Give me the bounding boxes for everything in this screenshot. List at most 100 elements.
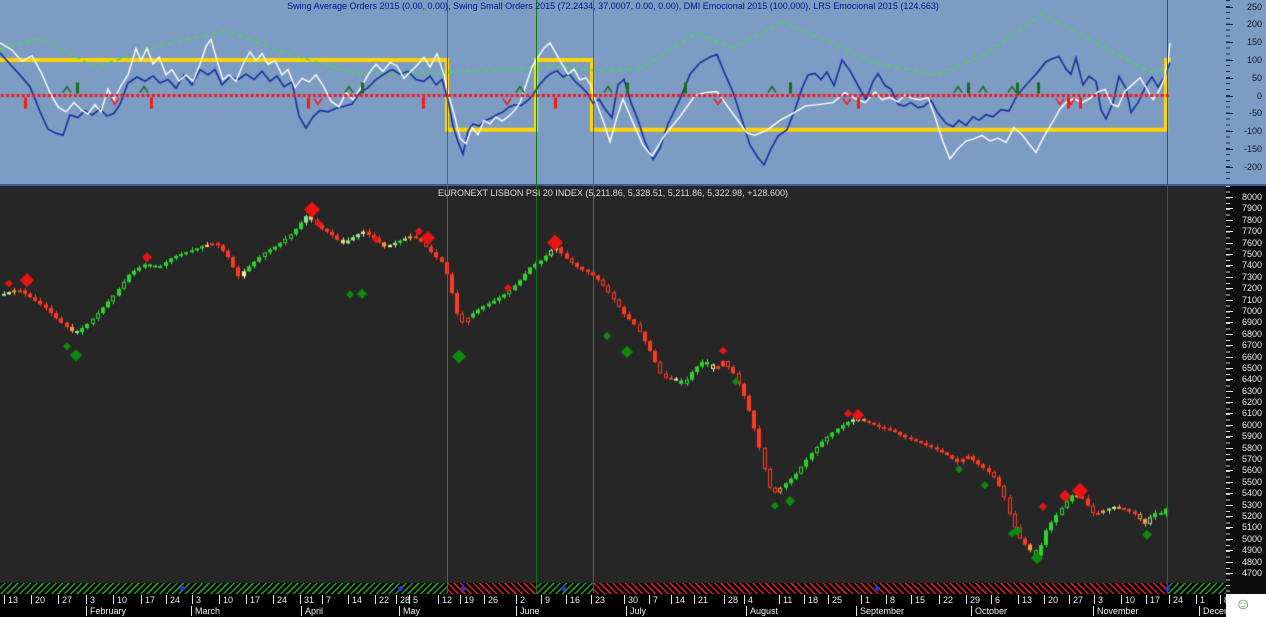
- date-axis-months[interactable]: February March April May June July August Septe…: [0, 606, 1245, 617]
- week-label: 6: [995, 595, 1001, 605]
- date-axis-weeks[interactable]: 13 20 27 3 10 17 24 3 10 17 24 31 7 14 22 28 5 12 19 26 2 9 16…: [0, 594, 1229, 606]
- week-label: 20: [35, 595, 46, 605]
- price-axis-label: 5300: [1241, 499, 1262, 510]
- price-axis-label: 5400: [1241, 488, 1262, 499]
- oscillator-plot-canvas[interactable]: [0, 0, 1226, 184]
- week-tick: [460, 595, 461, 604]
- week-tick: [566, 595, 567, 604]
- oscillator-axis-label: 0: [1256, 90, 1262, 101]
- price-axis-tick: [1226, 424, 1233, 426]
- week-label: 10: [1125, 595, 1136, 605]
- week-label: 16: [570, 595, 581, 605]
- bottom-right-corner: ☺: [1226, 594, 1266, 617]
- price-axis-tick: [1226, 242, 1233, 244]
- price-axis-tick: [1226, 447, 1233, 449]
- event-dot-icon: [875, 586, 880, 591]
- price-axis-tick: [1226, 470, 1233, 472]
- event-dot-icon: [180, 586, 185, 591]
- price-axis-tick: [1226, 219, 1233, 221]
- week-label: 22: [379, 595, 390, 605]
- price-axis-label: 5900: [1241, 431, 1262, 442]
- week-tick: [1094, 595, 1095, 604]
- month-label: August: [750, 606, 779, 616]
- price-axis-tick: [1226, 481, 1233, 483]
- oscillator-axis-minor-ticks: [1226, 0, 1230, 186]
- week-tick: [1069, 595, 1070, 604]
- week-tick: [779, 595, 780, 604]
- week-label: 21: [698, 595, 709, 605]
- oscillator-axis-tick: [1226, 131, 1233, 133]
- price-axis-tick: [1226, 402, 1233, 403]
- signal-vertical-line: [593, 0, 594, 593]
- week-tick: [192, 595, 193, 604]
- price-axis-tick: [1226, 356, 1233, 358]
- week-label: 29: [970, 595, 981, 605]
- week-label: 30: [628, 595, 639, 605]
- week-label: 1: [865, 595, 871, 605]
- oscillator-axis-tick: [1226, 77, 1233, 79]
- week-label: 19: [464, 595, 475, 605]
- week-label: 24: [1173, 595, 1184, 605]
- week-label: 20: [1048, 595, 1059, 605]
- month-tick: [746, 606, 747, 616]
- week-label: 13: [1022, 595, 1033, 605]
- month-tick: [1093, 606, 1094, 616]
- week-label: 24: [170, 595, 181, 605]
- price-value-axis[interactable]: 8000 7900 7800 7700 7600 7500 7400 7300 7200 7100…: [1226, 186, 1266, 594]
- price-axis-label: 6000: [1241, 419, 1262, 430]
- week-label: 4: [748, 595, 754, 605]
- status-smiley-icon[interactable]: ☺: [1235, 596, 1251, 613]
- price-axis-label: 5200: [1241, 510, 1262, 521]
- signal-vertical-line: [536, 0, 537, 593]
- price-axis-label: 5500: [1241, 476, 1262, 487]
- week-label: 12: [442, 595, 453, 605]
- week-tick: [438, 595, 439, 604]
- price-axis-label: 7700: [1241, 226, 1262, 237]
- month-label: March: [195, 606, 221, 616]
- price-axis-label: 6300: [1241, 385, 1262, 396]
- week-label: 3: [1098, 595, 1104, 605]
- oscillator-value-axis[interactable]: 250 200 150 100 50 0 -50 -100 -150 -200: [1226, 0, 1266, 186]
- week-label: 17: [250, 595, 261, 605]
- month-tick: [399, 606, 400, 616]
- week-label: 28: [728, 595, 739, 605]
- week-label: 7: [326, 595, 332, 605]
- price-axis-label: 7300: [1241, 271, 1262, 282]
- week-tick: [724, 595, 725, 604]
- price-axis-tick: [1226, 538, 1233, 540]
- week-tick: [409, 595, 410, 604]
- price-axis-label: 4900: [1241, 545, 1262, 556]
- price-axis-label: 7100: [1241, 294, 1262, 305]
- week-tick: [1121, 595, 1122, 604]
- week-tick: [886, 595, 887, 604]
- oscillator-axis-label: -200: [1243, 161, 1262, 172]
- price-axis-label: 4800: [1241, 556, 1262, 567]
- event-dot-icon: [398, 586, 403, 591]
- week-label: 10: [223, 595, 234, 605]
- price-axis-tick: [1226, 390, 1233, 392]
- price-axis-tick: [1226, 527, 1233, 529]
- price-axis-tick: [1226, 231, 1233, 233]
- week-tick: [273, 595, 274, 604]
- week-label: 26: [488, 595, 499, 605]
- price-axis-label: 6800: [1241, 328, 1262, 339]
- price-axis-tick: [1226, 197, 1233, 198]
- price-axis-tick: [1226, 299, 1233, 301]
- week-tick: [828, 595, 829, 604]
- week-label: 3: [196, 595, 202, 605]
- price-axis-tick: [1226, 515, 1233, 517]
- price-axis-label: 6900: [1241, 317, 1262, 328]
- week-label: 7: [653, 595, 659, 605]
- price-axis-label: 7800: [1241, 214, 1262, 225]
- month-tick: [191, 606, 192, 616]
- week-label: 13: [8, 595, 19, 605]
- oscillator-axis-label: 100: [1246, 54, 1262, 65]
- week-tick: [322, 595, 323, 604]
- week-tick: [484, 595, 485, 604]
- oscillator-axis-label: 150: [1246, 37, 1262, 48]
- price-chart-title: EURONEXT LISBON PSI 20 INDEX (5,211.86, …: [438, 188, 788, 198]
- event-dot-icon: [561, 586, 566, 591]
- week-label: 9: [545, 595, 551, 605]
- price-plot-canvas[interactable]: [0, 186, 1226, 583]
- trading-chart-window: Swing Average Orders 2015 (0.00, 0.00), …: [0, 0, 1266, 617]
